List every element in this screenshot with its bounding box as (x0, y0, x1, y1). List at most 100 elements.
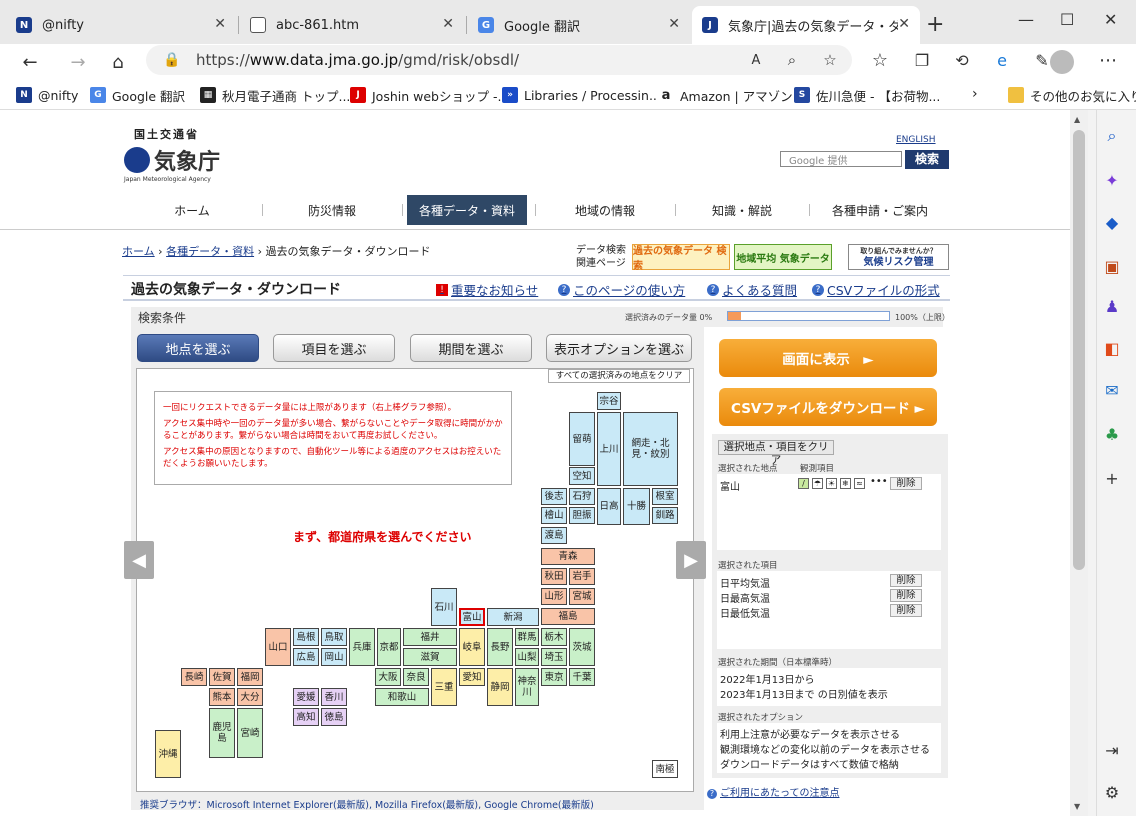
how-to-use-link[interactable]: ? このページの使い方 (558, 280, 685, 299)
pref-sorachi[interactable]: 空知 (569, 467, 595, 485)
pref-oita[interactable]: 大分 (237, 688, 263, 706)
pref-nankyoku[interactable]: 南極 (652, 760, 678, 778)
bookmark-other[interactable]: その他のお気に入り (1008, 84, 1136, 106)
pref-fukushima[interactable]: 福島 (541, 608, 595, 625)
maximize-icon[interactable]: ☐ (1060, 10, 1074, 29)
search-input[interactable]: Google 提供 (780, 151, 902, 167)
banner-past-data[interactable]: 過去の気象データ 検索 (632, 244, 730, 272)
pref-kagoshima[interactable]: 鹿児島 (209, 708, 235, 758)
pref-fukui[interactable]: 福井 (403, 628, 457, 646)
delete-item-button[interactable]: 削除 (890, 589, 922, 602)
favorites-icon[interactable]: ☆ (868, 48, 892, 72)
pref-ehime[interactable]: 愛媛 (293, 688, 319, 706)
profile-avatar[interactable] (1050, 50, 1074, 74)
edge-icon[interactable]: e (990, 48, 1014, 72)
gnav-home[interactable]: ホーム (124, 195, 260, 225)
pref-osaka[interactable]: 大阪 (375, 668, 401, 686)
pref-okayama[interactable]: 岡山 (321, 648, 347, 666)
scrollbar-thumb[interactable] (1073, 130, 1085, 570)
pref-iburi[interactable]: 胆振 (569, 507, 595, 524)
tab-select-options[interactable]: 表示オプションを選ぶ (546, 334, 692, 362)
pref-nagasaki[interactable]: 長崎 (181, 668, 207, 686)
gnav-application[interactable]: 各種申請・ご案内 (811, 195, 949, 225)
delete-item-button[interactable]: 削除 (890, 574, 922, 587)
back-icon[interactable]: ← (18, 50, 42, 74)
pref-saitama[interactable]: 埼玉 (541, 648, 567, 666)
zoom-icon[interactable]: ⌕ (780, 48, 804, 72)
pref-shizuoka[interactable]: 静岡 (487, 668, 513, 706)
browser-tab-google-translate[interactable]: G Google 翻訳 ✕ (468, 6, 690, 44)
delete-item-button[interactable]: 削除 (890, 604, 922, 617)
pref-shiga[interactable]: 滋賀 (403, 648, 457, 666)
important-notice-link[interactable]: ! 重要なお知らせ (436, 280, 538, 299)
pref-hyogo[interactable]: 兵庫 (349, 628, 375, 666)
pref-kushiro[interactable]: 釧路 (652, 507, 678, 524)
copilot-icon[interactable]: ✦ (1102, 170, 1122, 190)
pref-okinawa[interactable]: 沖縄 (155, 730, 181, 778)
games-icon[interactable]: ♟ (1102, 296, 1122, 316)
tab-select-point[interactable]: 地点を選ぶ (137, 334, 259, 362)
pref-aichi[interactable]: 愛知 (459, 668, 485, 686)
pref-kagawa[interactable]: 香川 (321, 688, 347, 706)
pref-nemuro[interactable]: 根室 (652, 488, 678, 505)
pref-fukuoka[interactable]: 福岡 (237, 668, 263, 686)
pref-aomori[interactable]: 青森 (541, 548, 595, 565)
pref-souya[interactable]: 宗谷 (597, 392, 621, 410)
pref-kamikawa[interactable]: 上川 (597, 412, 621, 486)
url-text[interactable]: https://www.data.jma.go.jp/gmd/risk/obsd… (196, 51, 519, 69)
breadcrumb-data[interactable]: 各種データ・資料 (166, 245, 254, 258)
pref-oshima[interactable]: 渡島 (541, 527, 567, 544)
faq-link[interactable]: ? よくある質問 (707, 280, 797, 299)
delete-point-button[interactable]: 削除 (890, 477, 922, 490)
browser-tab-abc[interactable]: abc-861.htm ✕ (240, 6, 464, 44)
pref-nagano[interactable]: 長野 (487, 628, 513, 666)
pref-shimane[interactable]: 島根 (293, 628, 319, 646)
pref-akita[interactable]: 秋田 (541, 568, 567, 585)
minimize-icon[interactable]: — (1018, 10, 1034, 29)
banner-area-average[interactable]: 地域平均 気象データ (734, 244, 832, 270)
gnav-bousai[interactable]: 防災情報 (264, 195, 400, 225)
pref-ishikari[interactable]: 石狩 (569, 488, 595, 505)
pref-kumamoto[interactable]: 熊本 (209, 688, 235, 706)
bookmark-nifty[interactable]: N @nifty (16, 84, 78, 106)
search-button[interactable]: 検索 (905, 150, 949, 169)
pref-wakayama[interactable]: 和歌山 (375, 688, 429, 706)
pref-gunma[interactable]: 群馬 (515, 628, 539, 646)
banner-climate-risk[interactable]: 取り組んでみませんか？ 気候リスク管理 (848, 244, 949, 270)
scroll-up-icon[interactable]: ▲ (1074, 115, 1080, 124)
gnav-knowledge[interactable]: 知識・解説 (677, 195, 807, 225)
pref-ishikawa[interactable]: 石川 (431, 588, 457, 626)
pref-hiyama[interactable]: 檜山 (541, 507, 567, 524)
tree-icon[interactable]: ♣ (1102, 424, 1122, 444)
more-menu-icon[interactable]: ⋯ (1096, 48, 1120, 72)
pref-chiba[interactable]: 千葉 (569, 668, 595, 686)
gnav-region[interactable]: 地域の情報 (537, 195, 673, 225)
download-csv-button[interactable]: CSVファイルをダウンロード ► (719, 388, 937, 426)
pref-yamaguchi[interactable]: 山口 (265, 628, 291, 666)
home-icon[interactable]: ⌂ (106, 50, 130, 74)
bookmark-akizuki[interactable]: ▦ 秋月電子通商 トップ... (200, 84, 350, 106)
pref-kanagawa[interactable]: 神奈川 (515, 668, 539, 706)
close-icon[interactable]: ✕ (442, 16, 454, 32)
tab-select-period[interactable]: 期間を選ぶ (410, 334, 532, 362)
english-link[interactable]: ENGLISH (896, 135, 936, 145)
collections-icon[interactable]: ❐ (910, 48, 934, 72)
pref-rumoi[interactable]: 留萌 (569, 412, 595, 466)
clear-all-points-button[interactable]: すべての選択済みの地点をクリア (548, 369, 690, 383)
clear-selection-button[interactable]: 選択地点・項目をクリア (718, 440, 834, 466)
usage-caution-link[interactable]: ? ご利用にあたっての注意点 (707, 784, 840, 799)
add-icon[interactable]: + (1102, 468, 1122, 488)
pref-toyama[interactable]: 富山 (459, 608, 485, 626)
pref-tokyo[interactable]: 東京 (541, 668, 567, 686)
settings-icon[interactable]: ⚙ (1102, 782, 1122, 802)
map-next-arrow[interactable]: ▶ (676, 541, 706, 579)
pref-mie[interactable]: 三重 (431, 668, 457, 706)
new-tab-icon[interactable]: + (926, 12, 944, 37)
pref-niigata[interactable]: 新潟 (487, 608, 539, 626)
add-favorite-icon[interactable]: ☆ (818, 48, 842, 72)
pref-kochi[interactable]: 高知 (293, 708, 319, 726)
pref-miyazaki[interactable]: 宮崎 (237, 708, 263, 758)
pref-nara[interactable]: 奈良 (403, 668, 429, 686)
breadcrumb-home[interactable]: ホーム (122, 245, 155, 258)
pref-tokushima[interactable]: 徳島 (321, 708, 347, 726)
